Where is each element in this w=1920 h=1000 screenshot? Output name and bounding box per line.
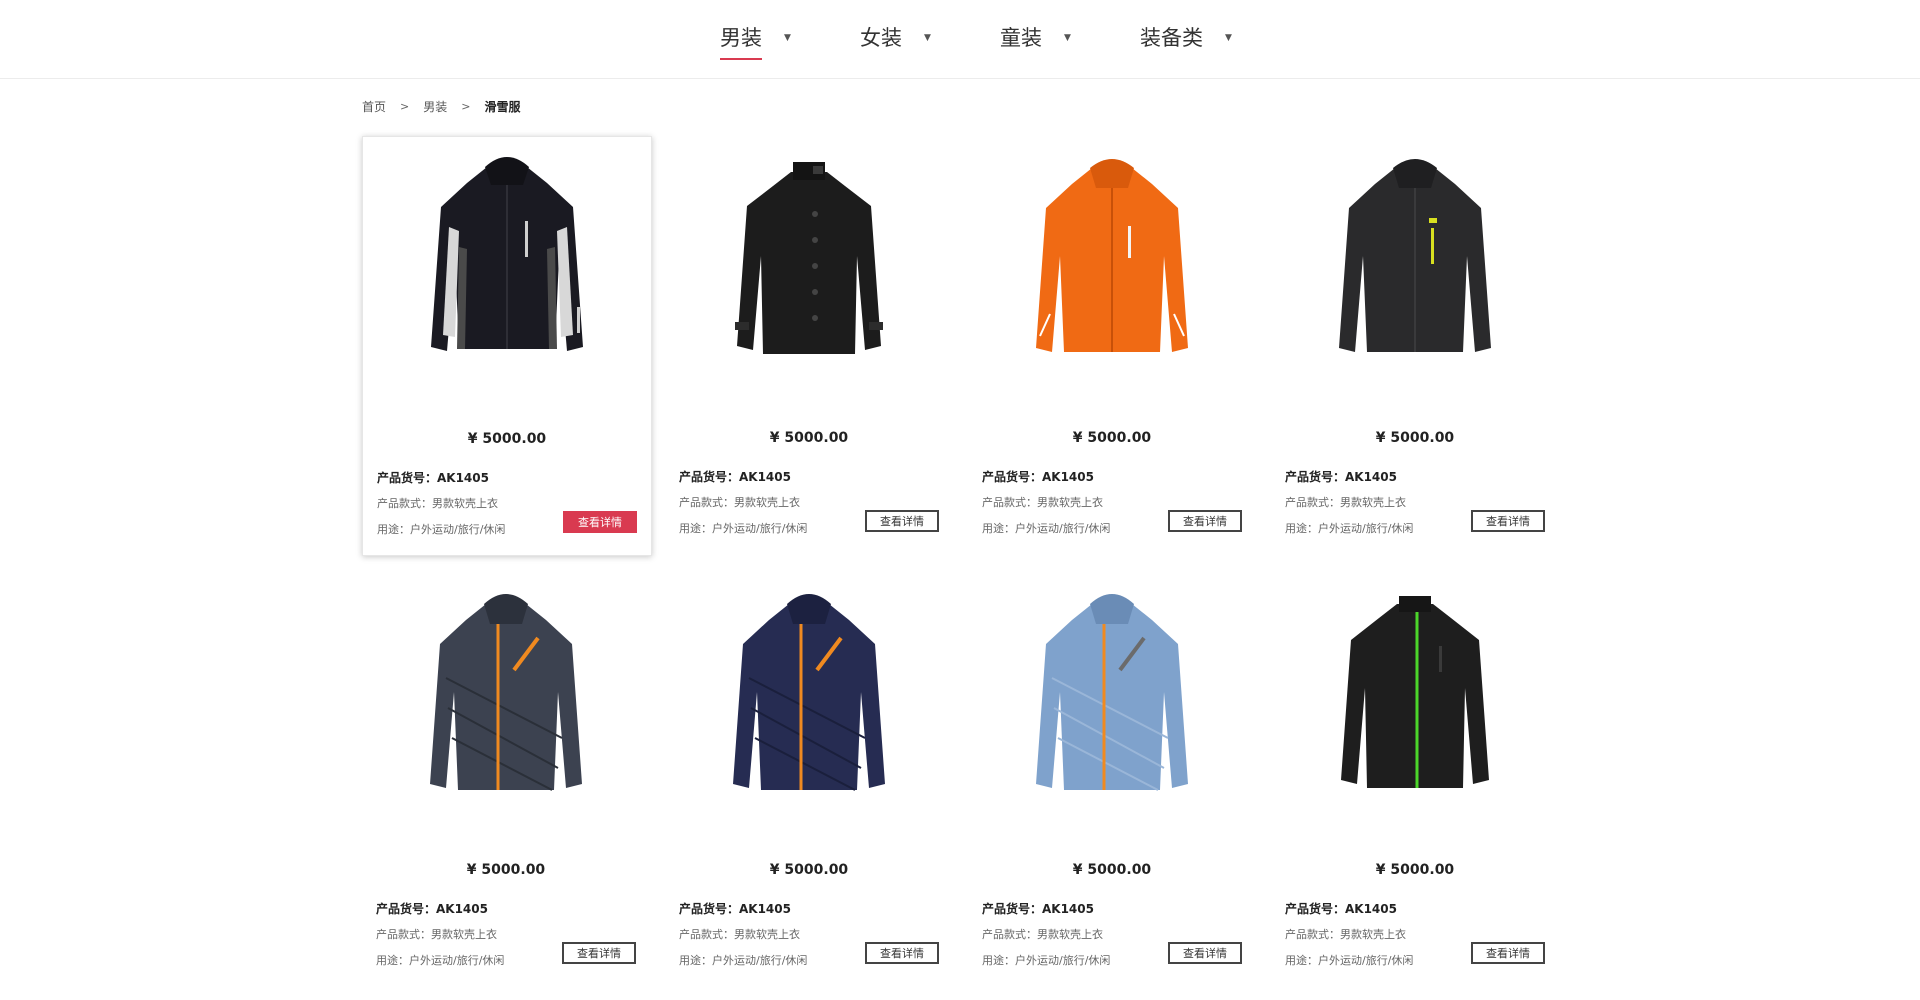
view-details-button[interactable]: 查看详情 [563,511,637,533]
product-style: 产品款式：男款软壳上衣 [982,496,1103,509]
jacket-image [735,162,883,354]
view-details-button[interactable]: 查看详情 [1471,942,1545,964]
product-usage: 用途：户外运动/旅行/休闲 [1285,522,1414,535]
product-card[interactable]: ¥ 5000.00 产品货号：AK1405 产品款式：男款软壳上衣 用途：户外运… [665,568,953,986]
product-style: 产品款式：男款软壳上衣 [377,497,498,510]
jacket-image [1036,159,1188,352]
product-style: 产品款式：男款软壳上衣 [376,928,497,941]
product-price: ¥ 5000.00 [1375,862,1455,878]
breadcrumb-separator: > [400,100,410,113]
nav-label: 装备类 [1140,26,1203,50]
nav-item-mens[interactable]: 男装 ▼ [720,22,791,60]
product-sku: 产品货号：AK1405 [376,902,488,916]
product-card[interactable]: ¥ 5000.00 产品货号：AK1405 产品款式：男款软壳上衣 用途：户外运… [968,136,1256,554]
breadcrumb-separator: > [461,100,471,113]
product-sku: 产品货号：AK1405 [377,471,489,485]
dropdown-caret-icon[interactable]: ▼ [924,22,931,54]
product-image[interactable] [363,137,651,417]
view-details-button[interactable]: 查看详情 [865,942,939,964]
product-image[interactable] [968,136,1256,416]
jacket-image [1339,159,1491,352]
dropdown-caret-icon[interactable]: ▼ [1225,22,1232,54]
product-style: 产品款式：男款软壳上衣 [1285,928,1406,941]
product-card[interactable]: ¥ 5000.00 产品货号：AK1405 产品款式：男款软壳上衣 用途：户外运… [1271,136,1559,554]
nav-item-equipment[interactable]: 装备类 ▼ [1140,22,1232,58]
product-sku: 产品货号：AK1405 [679,902,791,916]
product-image[interactable] [1271,568,1559,848]
breadcrumb-home[interactable]: 首页 [362,98,386,115]
product-sku: 产品货号：AK1405 [679,470,791,484]
nav-label: 男装 [720,22,762,60]
dropdown-caret-icon[interactable]: ▼ [1064,22,1071,54]
nav-item-womens[interactable]: 女装 ▼ [860,22,931,58]
nav-label: 女装 [860,26,902,50]
dropdown-caret-icon[interactable]: ▼ [784,22,791,54]
nav-item-kids[interactable]: 童装 ▼ [1000,22,1071,58]
breadcrumb: 首页 > 男装 > 滑雪服 [362,98,520,115]
product-sku: 产品货号：AK1405 [982,470,1094,484]
jacket-image [1341,596,1489,788]
breadcrumb-current: 滑雪服 [484,100,521,114]
nav-label: 童装 [1000,26,1042,50]
product-card[interactable]: ¥ 5000.00 产品货号：AK1405 产品款式：男款软壳上衣 用途：户外运… [968,568,1256,986]
product-price: ¥ 5000.00 [1072,862,1152,878]
product-price: ¥ 5000.00 [769,430,849,446]
product-image[interactable] [665,568,953,848]
product-sku: 产品货号：AK1405 [982,902,1094,916]
product-card[interactable]: ¥ 5000.00 产品货号：AK1405 产品款式：男款软壳上衣 用途：户外运… [362,568,650,986]
product-usage: 用途：户外运动/旅行/休闲 [1285,954,1414,967]
product-image[interactable] [1271,136,1559,416]
product-price: ¥ 5000.00 [466,862,546,878]
product-style: 产品款式：男款软壳上衣 [982,928,1103,941]
product-card[interactable]: ¥ 5000.00 产品货号：AK1405 产品款式：男款软壳上衣 用途：户外运… [1271,568,1559,986]
product-card[interactable]: ¥ 5000.00 产品货号：AK1405 产品款式：男款软壳上衣 用途：户外运… [362,136,652,556]
product-style: 产品款式：男款软壳上衣 [679,928,800,941]
product-sku: 产品货号：AK1405 [1285,470,1397,484]
product-usage: 用途：户外运动/旅行/休闲 [376,954,505,967]
product-usage: 用途：户外运动/旅行/休闲 [377,523,506,536]
product-sku: 产品货号：AK1405 [1285,902,1397,916]
jacket-image [1036,594,1188,791]
view-details-button[interactable]: 查看详情 [1168,942,1242,964]
view-details-button[interactable]: 查看详情 [562,942,636,964]
jacket-image [431,157,583,351]
category-menu: 男装 ▼ 女装 ▼ 童装 ▼ 装备类 ▼ [0,0,1920,78]
view-details-button[interactable]: 查看详情 [1471,510,1545,532]
top-navigation: 男装 ▼ 女装 ▼ 童装 ▼ 装备类 ▼ [0,0,1920,79]
product-usage: 用途：户外运动/旅行/休闲 [679,954,808,967]
product-usage: 用途：户外运动/旅行/休闲 [982,954,1111,967]
product-image[interactable] [968,568,1256,848]
product-price: ¥ 5000.00 [467,431,547,447]
view-details-button[interactable]: 查看详情 [1168,510,1242,532]
product-price: ¥ 5000.00 [1072,430,1152,446]
product-price: ¥ 5000.00 [1375,430,1455,446]
jacket-image [430,594,582,791]
product-style: 产品款式：男款软壳上衣 [679,496,800,509]
product-image[interactable] [665,136,953,416]
product-usage: 用途：户外运动/旅行/休闲 [982,522,1111,535]
breadcrumb-mens[interactable]: 男装 [423,98,447,115]
jacket-image [733,594,885,791]
product-card[interactable]: ¥ 5000.00 产品货号：AK1405 产品款式：男款软壳上衣 用途：户外运… [665,136,953,554]
product-image[interactable] [362,568,650,848]
product-usage: 用途：户外运动/旅行/休闲 [679,522,808,535]
view-details-button[interactable]: 查看详情 [865,510,939,532]
product-style: 产品款式：男款软壳上衣 [1285,496,1406,509]
product-price: ¥ 5000.00 [769,862,849,878]
